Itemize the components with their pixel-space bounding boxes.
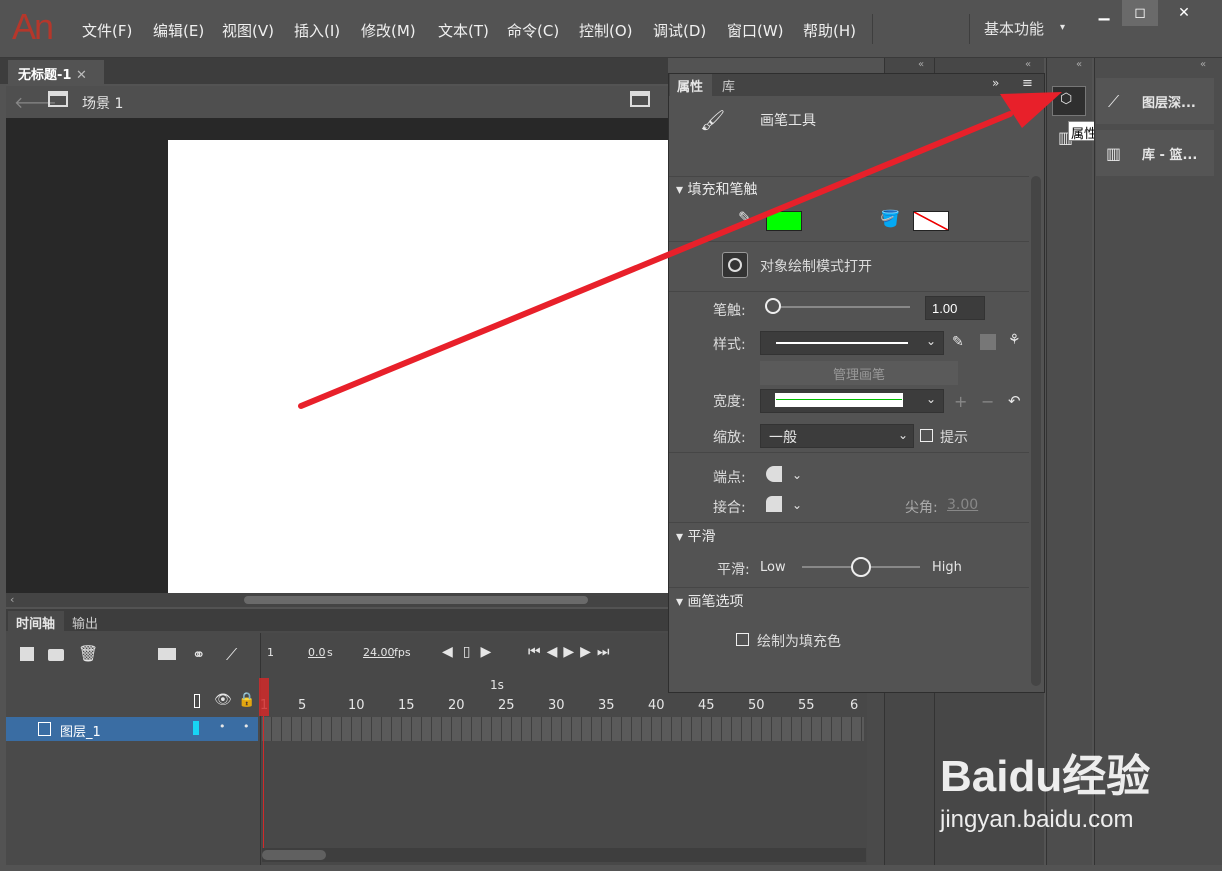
- watermark: Baidu经验 jingyan.baidu.com: [940, 740, 1150, 834]
- watermark-url: jingyan.baidu.com: [940, 806, 1134, 833]
- watermark-brand: Baidu经验: [940, 752, 1151, 801]
